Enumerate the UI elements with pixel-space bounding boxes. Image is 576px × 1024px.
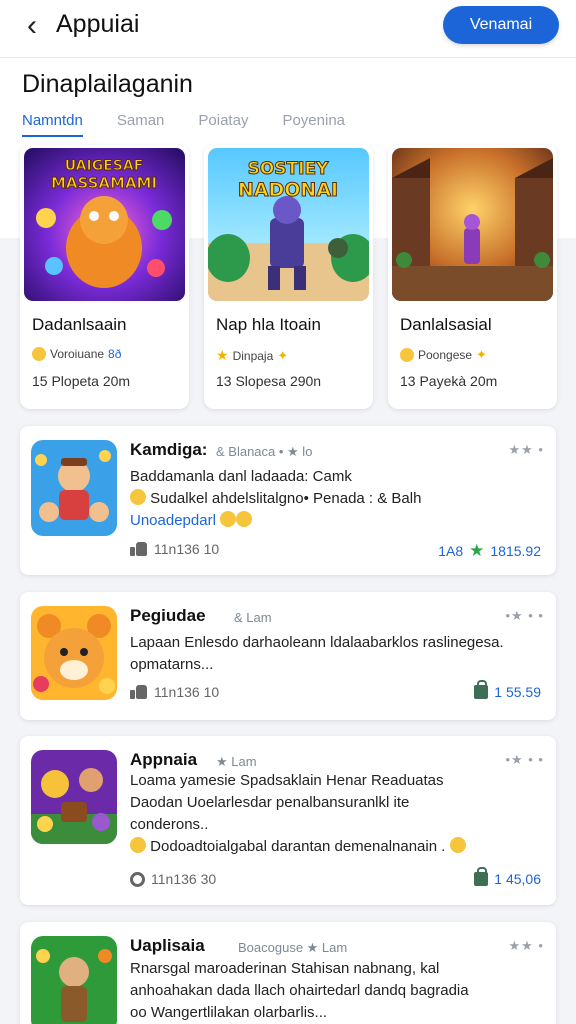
list-item-tags: ★ Lam [216, 754, 257, 769]
circle-icon[interactable] [130, 871, 145, 887]
featured-image-title-line1: SOSTIEY [248, 159, 329, 179]
list-item-tags: Boacoguse ★ Lam [238, 940, 348, 955]
lock-icon [474, 680, 489, 699]
list-item-title: Pegiudae [130, 606, 206, 625]
featured-meta-suffix: 8ð [108, 347, 122, 361]
app-icon [31, 750, 117, 844]
featured-meta-text: Voroiuane [50, 347, 105, 361]
emoji-icon [236, 511, 253, 527]
featured-meta: Poongese ✦ [400, 347, 487, 363]
list-item[interactable]: Appnaia ★ Lam •★ • • Loama yamesie Spads… [20, 736, 556, 905]
price-value: 1 45,06 [494, 871, 541, 887]
emoji-icon [130, 489, 146, 505]
app-title: Appuiai [56, 10, 140, 38]
list-item-tags: & Lam [234, 610, 272, 625]
tab-1[interactable]: Namntdn [22, 112, 83, 137]
thumbs-up-icon[interactable] [130, 542, 148, 556]
list-item-footer: 11n136 30 [130, 871, 216, 887]
list-item-description: Lapaan Enlesdo darhaoleann ldalaabarklos… [130, 632, 546, 676]
emoji-icon [130, 837, 146, 853]
sparkle-icon: ✦ [476, 347, 487, 362]
featured-carousel: UAIGESAF MASSAMAMI Dadanlsaain Voroiuane… [20, 145, 560, 409]
app-icon [31, 936, 117, 1024]
list-item-title: Appnaia [130, 750, 198, 769]
list-item-tags: & Blanaca • ★ lo [216, 444, 313, 459]
more-options-icon[interactable]: •★ • • [505, 608, 544, 624]
featured-game-image [392, 148, 553, 301]
footer-text: 11n136 10 [154, 684, 220, 700]
more-options-icon[interactable]: ★★ • [509, 938, 544, 954]
list-item-footer: 11n136 10 [130, 684, 219, 700]
list-item-price: 1 55.59 [474, 680, 541, 700]
sparkle-icon: ✦ [277, 347, 289, 363]
featured-count: 15 Plopeta 20m [32, 373, 131, 389]
list-item-description: Baddamanla danl ladaada: Camk Sudalkel a… [130, 466, 546, 532]
more-options-icon[interactable]: ★★ • [509, 442, 544, 458]
featured-name: Dadanlsaain [32, 315, 127, 334]
featured-image-title-line2: NADONAI [238, 179, 338, 201]
section-title: Dinaplailaganin [22, 70, 193, 98]
smiley-icon [400, 348, 414, 362]
app-bar: ‹ Appuiai Venamai [0, 0, 576, 58]
thumbs-up-icon[interactable] [130, 685, 148, 699]
price-value: 1 55.59 [494, 684, 541, 700]
description-line: oo Wangertlilakan olarbarlis... [130, 1004, 328, 1021]
list-item-description: Rnarsgal maroaderinan Stahisan nabnang, … [130, 958, 546, 1024]
description-line: Baddamanla danl ladaada: Camk [130, 468, 352, 485]
tab-3[interactable]: Poiatay [198, 112, 248, 137]
description-line: opmatarns... [130, 656, 214, 673]
list-item-title: Kamdiga: [130, 440, 208, 459]
featured-name: Nap hla Itoain [216, 315, 321, 334]
description-line: conderons.. [130, 816, 209, 833]
featured-count: 13 Payekà 20m [400, 373, 498, 389]
more-options-icon[interactable]: •★ • • [505, 752, 544, 768]
list-item-title: Uaplisaia [130, 936, 205, 955]
list-item[interactable]: Uaplisaia Boacoguse ★ Lam ★★ • Rnarsgal … [20, 922, 556, 1024]
footer-text: 11n136 30 [151, 871, 217, 887]
app-icon [31, 440, 117, 536]
list-item-footer: 11n136 10 [130, 541, 219, 557]
featured-game-image: SOSTIEY NADONAI [208, 148, 369, 301]
list-item-description: Loama yamesie Spadsaklain Henar Readuata… [130, 770, 546, 858]
featured-meta: Voroiuane 8ð [32, 347, 121, 361]
description-line: Daodan Uoelarlesdar penalbansuranlkl ite [130, 794, 410, 811]
featured-meta: ★ Dinpaja ✦ [216, 347, 288, 364]
featured-meta-text: Poongese [418, 348, 473, 362]
app-icon [31, 606, 117, 700]
footer-text: 11n136 10 [154, 541, 220, 557]
tab-4[interactable]: Poyenina [282, 112, 345, 137]
featured-name: Danlalsasial [400, 315, 492, 334]
rating-label: 1A8 [438, 543, 464, 559]
primary-action-button[interactable]: Venamai [443, 6, 559, 44]
description-line: Dodoadtoialgabal darantan demenalnanain … [130, 836, 546, 858]
emoji-icon [220, 511, 237, 527]
list-item[interactable]: Pegiudae & Lam •★ • • Lapaan Enlesdo dar… [20, 592, 556, 720]
description-line: Rnarsgal maroaderinan Stahisan nabnang, … [130, 960, 440, 977]
back-arrow-icon[interactable]: ‹ [18, 11, 46, 41]
featured-game-image: UAIGESAF MASSAMAMI [24, 148, 185, 301]
emoji-icon [449, 837, 466, 853]
description-line: Unoadepdarl [130, 510, 546, 532]
featured-card[interactable]: SOSTIEY NADONAI Nap hla Itoain ★ Dinpaja… [204, 145, 373, 409]
tab-2[interactable]: Saman [117, 112, 165, 137]
green-star-icon: ★ [469, 541, 485, 560]
featured-card[interactable]: UAIGESAF MASSAMAMI Dadanlsaain Voroiuane… [20, 145, 189, 409]
description-line: anhoahakan dada llach ohairtedarl dandq … [130, 982, 469, 999]
featured-meta-text: Dinpaja [232, 348, 274, 363]
list-item[interactable]: Kamdiga: & Blanaca • ★ lo ★★ • Baddamanl… [20, 426, 556, 575]
tab-bar: Namntdn Saman Poiatay Poyenina [22, 112, 379, 137]
smiley-icon [32, 347, 46, 361]
list-item-price: 1 45,06 [474, 867, 541, 887]
rating-value: 1815.92 [490, 543, 541, 559]
featured-count: 13 Slopesa 290n [216, 373, 322, 389]
description-line: Lapaan Enlesdo darhaoleann ldalaabarklos… [130, 634, 504, 651]
star-icon: ★ [216, 347, 229, 363]
featured-image-title-line1: UAIGESAF [65, 158, 144, 174]
featured-image-title-line2: MASSAMAMI [51, 174, 157, 192]
lock-icon [474, 867, 489, 886]
featured-card[interactable]: Danlalsasial Poongese ✦ 13 Payekà 20m [388, 145, 557, 409]
list-item-rating: 1A8 ★ 1815.92 [438, 541, 541, 561]
description-line: Loama yamesie Spadsaklain Henar Readuata… [130, 772, 444, 789]
description-line: Sudalkel ahdelslitalgno• Penada : & Balh [130, 488, 546, 510]
